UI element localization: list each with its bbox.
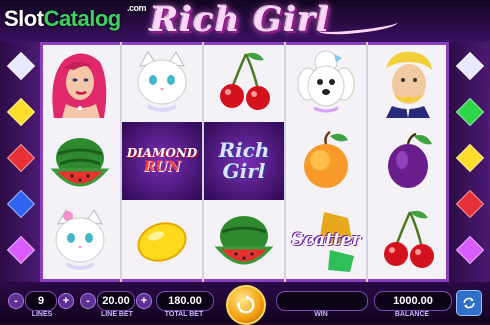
diamond-run-label: DIAMOND RUN <box>127 147 197 174</box>
lines-value: 9 <box>25 291 57 311</box>
watermelon-symbol <box>204 202 284 280</box>
balance-value: 1000.00 <box>374 291 452 311</box>
reel-4: Scatter <box>286 42 368 282</box>
white-cat-symbol <box>40 202 120 280</box>
butler-symbol <box>368 44 448 122</box>
lines-label: LINES <box>31 311 53 318</box>
watermark-com: .com <box>127 3 147 13</box>
peach-symbol <box>286 122 366 200</box>
payline-gem-icon <box>6 97 36 127</box>
left-payline-indicators <box>0 42 40 282</box>
watermelon-symbol <box>40 122 120 200</box>
win-value <box>276 291 368 311</box>
reel-5 <box>368 42 448 282</box>
reel-3: Rich Girl <box>204 42 286 282</box>
payline-gem-icon <box>455 51 485 81</box>
rich-girl-line-1: Rich <box>218 138 270 162</box>
rich-girl-wild-label: Rich Girl <box>219 140 270 182</box>
total-bet-label: TOTAL BET <box>164 311 204 318</box>
reel-1 <box>40 42 122 282</box>
total-bet-value: 180.00 <box>156 291 214 311</box>
woman-symbol <box>40 44 120 122</box>
home-icon[interactable] <box>456 290 482 316</box>
header: SlotCatalog .com Rich Girl <box>0 0 490 42</box>
line-bet-value: 20.00 <box>97 291 135 311</box>
balance-label: BALANCE <box>394 311 430 318</box>
scatter-symbol: Scatter <box>286 202 366 280</box>
reel-area: DIAMOND RUN Rich Girl Scatter <box>40 42 449 282</box>
win-label: WIN <box>314 311 328 318</box>
payline-gem-icon <box>6 189 36 219</box>
payline-gem-icon <box>455 189 485 219</box>
poodle-symbol <box>286 44 366 122</box>
payline-gem-icon <box>455 235 485 265</box>
cherry-symbol <box>368 202 448 280</box>
refresh-arrows-icon <box>463 297 475 309</box>
lines-increase-button[interactable]: + <box>58 293 74 309</box>
slotcatalog-watermark: SlotCatalog .com <box>4 3 147 32</box>
plum-symbol <box>368 122 448 200</box>
diamond-run-line-2: RUN <box>143 158 181 175</box>
payline-gem-icon <box>6 51 36 81</box>
line-bet-label: LINE BET <box>101 311 133 318</box>
rich-girl-wild-symbol: Rich Girl <box>204 122 284 200</box>
reel-2: DIAMOND RUN <box>122 42 204 282</box>
line-bet-decrease-button[interactable]: - <box>80 293 96 309</box>
spin-button[interactable] <box>226 285 266 325</box>
payline-gem-icon <box>6 143 36 173</box>
white-cat-symbol <box>122 44 202 122</box>
right-payline-indicators <box>449 42 489 282</box>
line-bet-increase-button[interactable]: + <box>136 293 152 309</box>
scatter-label: Scatter <box>291 230 361 251</box>
diamond-run-symbol: DIAMOND RUN <box>122 122 202 200</box>
watermark-slot: Slot <box>4 6 44 31</box>
lemon-symbol <box>122 202 202 280</box>
rich-girl-line-2: Girl <box>222 159 266 183</box>
cherry-symbol <box>204 44 284 122</box>
game-logo: Rich Girl <box>150 0 331 40</box>
payline-gem-icon <box>455 143 485 173</box>
watermark-catalog: Catalog <box>43 6 122 31</box>
lines-decrease-button[interactable]: - <box>8 293 24 309</box>
payline-gem-icon <box>6 235 36 265</box>
payline-gem-icon <box>455 97 485 127</box>
spin-arrows-icon <box>237 294 255 314</box>
